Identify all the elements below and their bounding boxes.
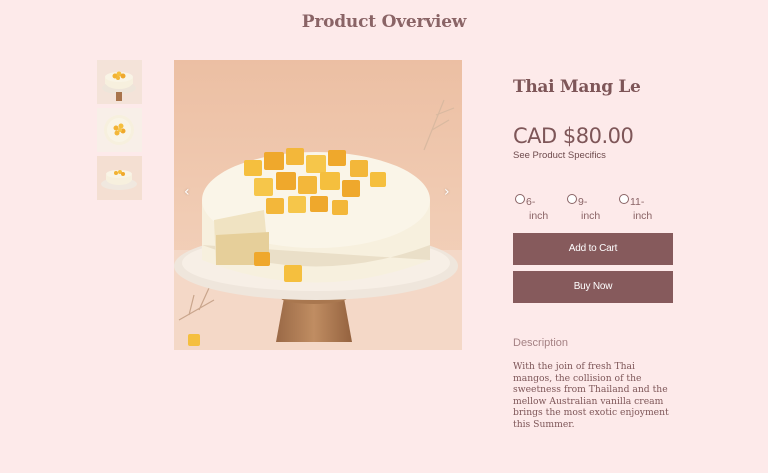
cake-plate-icon	[97, 156, 142, 200]
size-unit: inch	[581, 210, 601, 222]
description-text: With the join of fresh Thai mangos, the …	[513, 361, 669, 430]
size-unit: inch	[633, 210, 653, 222]
size-unit: inch	[529, 210, 549, 222]
product-price: CAD $80.00	[513, 124, 634, 148]
radio-icon[interactable]	[515, 194, 525, 204]
size-option-6-inch[interactable]: 6- inch	[515, 194, 548, 222]
size-options: 6- inch 9- inch 11- inch	[513, 194, 683, 224]
thumbnail-1[interactable]	[97, 60, 142, 104]
cake-side-view-icon	[97, 60, 142, 104]
thumbnail-3[interactable]	[97, 156, 142, 200]
description-heading: Description	[513, 337, 569, 349]
size-option-9-inch[interactable]: 9- inch	[567, 194, 600, 222]
mango-cake-image	[174, 60, 462, 350]
product-specifics-link[interactable]: See Product Specifics	[513, 150, 606, 161]
cake-top-view-icon	[97, 108, 142, 152]
size-number: 6-	[526, 196, 536, 208]
buy-now-button[interactable]: Buy Now	[513, 271, 673, 303]
next-image-arrow[interactable]: ›	[444, 184, 450, 200]
previous-image-arrow[interactable]: ‹	[184, 184, 190, 200]
radio-icon[interactable]	[567, 194, 577, 204]
product-main-image	[174, 60, 462, 350]
page-title: Product Overview	[301, 12, 467, 32]
size-number: 11-	[630, 196, 645, 208]
product-name: Thai Mang Le	[513, 77, 641, 97]
add-to-cart-button[interactable]: Add to Cart	[513, 233, 673, 265]
size-number: 9-	[578, 196, 588, 208]
radio-icon[interactable]	[619, 194, 629, 204]
thumbnail-2[interactable]	[97, 108, 142, 152]
thumbnail-list	[97, 60, 142, 204]
size-option-11-inch[interactable]: 11- inch	[619, 194, 652, 222]
